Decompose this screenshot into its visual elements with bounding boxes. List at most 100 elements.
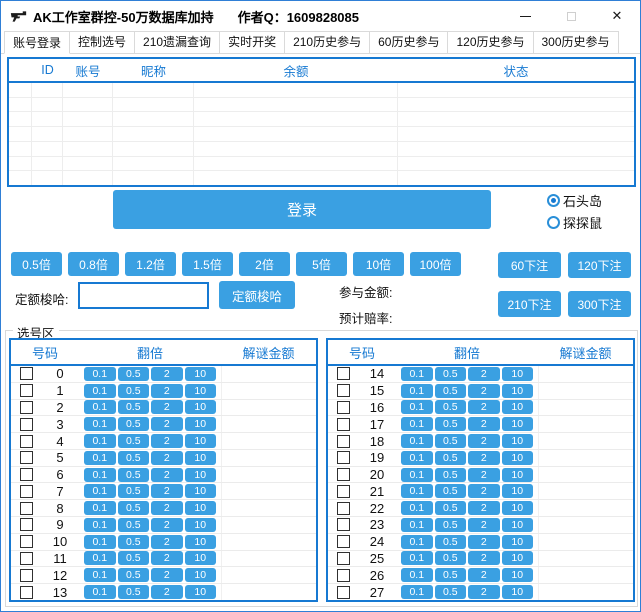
option-2-button[interactable]: 2 [468,384,500,398]
option-0.5-button[interactable]: 0.5 [435,551,467,565]
option-2-button[interactable]: 2 [468,585,500,599]
option-0.5-button[interactable]: 0.5 [435,535,467,549]
tab-账号登录[interactable]: 账号登录 [4,31,70,54]
option-10-button[interactable]: 10 [502,518,534,532]
option-10-button[interactable]: 10 [185,417,217,431]
option-2-button[interactable]: 2 [151,518,183,532]
option-10-button[interactable]: 10 [502,501,534,515]
site-radio-石头岛[interactable]: 石头岛 [547,191,602,210]
option-0.5-button[interactable]: 0.5 [118,434,150,448]
number-10-checkbox[interactable] [20,535,33,548]
option-0.1-button[interactable]: 0.1 [401,367,433,381]
minimize-button[interactable] [502,1,548,31]
fixed-allin-input[interactable] [78,282,209,309]
option-0.5-button[interactable]: 0.5 [435,501,467,515]
option-10-button[interactable]: 10 [502,468,534,482]
option-0.5-button[interactable]: 0.5 [435,384,467,398]
number-27-checkbox[interactable] [337,586,350,599]
option-2-button[interactable]: 2 [151,585,183,599]
option-0.1-button[interactable]: 0.1 [401,384,433,398]
tab-实时开奖[interactable]: 实时开奖 [219,31,285,53]
option-10-button[interactable]: 10 [502,484,534,498]
option-10-button[interactable]: 10 [502,434,534,448]
option-10-button[interactable]: 10 [502,451,534,465]
number-23-checkbox[interactable] [337,518,350,531]
option-2-button[interactable]: 2 [151,484,183,498]
number-20-checkbox[interactable] [337,468,350,481]
option-2-button[interactable]: 2 [468,535,500,549]
option-10-button[interactable]: 10 [185,384,217,398]
option-2-button[interactable]: 2 [151,451,183,465]
number-24-checkbox[interactable] [337,535,350,548]
multiplier-button-1.5倍[interactable]: 1.5倍 [182,252,233,276]
option-0.1-button[interactable]: 0.1 [84,568,116,582]
option-0.1-button[interactable]: 0.1 [84,417,116,431]
option-0.1-button[interactable]: 0.1 [401,451,433,465]
option-0.5-button[interactable]: 0.5 [435,400,467,414]
option-0.5-button[interactable]: 0.5 [118,484,150,498]
option-2-button[interactable]: 2 [151,417,183,431]
number-9-checkbox[interactable] [20,518,33,531]
option-0.1-button[interactable]: 0.1 [401,468,433,482]
option-2-button[interactable]: 2 [151,400,183,414]
option-0.1-button[interactable]: 0.1 [84,585,116,599]
option-10-button[interactable]: 10 [502,551,534,565]
option-0.1-button[interactable]: 0.1 [401,434,433,448]
site-radio-探探鼠[interactable]: 探探鼠 [547,213,602,232]
option-2-button[interactable]: 2 [468,434,500,448]
bet-button-300下注[interactable]: 300下注 [568,291,631,317]
option-0.1-button[interactable]: 0.1 [84,551,116,565]
option-0.1-button[interactable]: 0.1 [84,367,116,381]
number-19-checkbox[interactable] [337,451,350,464]
option-0.1-button[interactable]: 0.1 [84,400,116,414]
option-2-button[interactable]: 2 [468,518,500,532]
bet-button-120下注[interactable]: 120下注 [568,252,631,278]
option-0.5-button[interactable]: 0.5 [118,384,150,398]
bet-button-60下注[interactable]: 60下注 [498,252,561,278]
option-2-button[interactable]: 2 [151,551,183,565]
option-0.1-button[interactable]: 0.1 [84,451,116,465]
option-0.5-button[interactable]: 0.5 [118,367,150,381]
tab-控制选号[interactable]: 控制选号 [69,31,135,53]
option-0.1-button[interactable]: 0.1 [401,585,433,599]
option-2-button[interactable]: 2 [151,501,183,515]
option-10-button[interactable]: 10 [185,484,217,498]
option-0.1-button[interactable]: 0.1 [401,417,433,431]
option-2-button[interactable]: 2 [468,417,500,431]
tab-60历史参与[interactable]: 60历史参与 [369,31,448,53]
option-2-button[interactable]: 2 [151,535,183,549]
number-21-checkbox[interactable] [337,485,350,498]
option-0.5-button[interactable]: 0.5 [435,417,467,431]
option-0.5-button[interactable]: 0.5 [118,417,150,431]
option-10-button[interactable]: 10 [502,585,534,599]
option-10-button[interactable]: 10 [185,451,217,465]
option-10-button[interactable]: 10 [185,468,217,482]
option-2-button[interactable]: 2 [151,568,183,582]
multiplier-button-0.8倍[interactable]: 0.8倍 [68,252,119,276]
option-10-button[interactable]: 10 [502,568,534,582]
tab-300历史参与[interactable]: 300历史参与 [533,31,619,53]
option-0.5-button[interactable]: 0.5 [435,468,467,482]
number-13-checkbox[interactable] [20,586,33,599]
number-15-checkbox[interactable] [337,384,350,397]
option-0.1-button[interactable]: 0.1 [401,501,433,515]
option-10-button[interactable]: 10 [185,434,217,448]
number-25-checkbox[interactable] [337,552,350,565]
number-11-checkbox[interactable] [20,552,33,565]
multiplier-button-10倍[interactable]: 10倍 [353,252,404,276]
option-10-button[interactable]: 10 [502,367,534,381]
number-2-checkbox[interactable] [20,401,33,414]
multiplier-button-2倍[interactable]: 2倍 [239,252,290,276]
multiplier-button-1.2倍[interactable]: 1.2倍 [125,252,176,276]
option-0.1-button[interactable]: 0.1 [401,551,433,565]
option-2-button[interactable]: 2 [468,451,500,465]
option-0.1-button[interactable]: 0.1 [401,535,433,549]
option-0.1-button[interactable]: 0.1 [84,518,116,532]
option-10-button[interactable]: 10 [185,367,217,381]
option-0.5-button[interactable]: 0.5 [118,535,150,549]
number-4-checkbox[interactable] [20,435,33,448]
option-0.5-button[interactable]: 0.5 [118,400,150,414]
option-10-button[interactable]: 10 [185,518,217,532]
number-0-checkbox[interactable] [20,367,33,380]
option-0.5-button[interactable]: 0.5 [118,585,150,599]
